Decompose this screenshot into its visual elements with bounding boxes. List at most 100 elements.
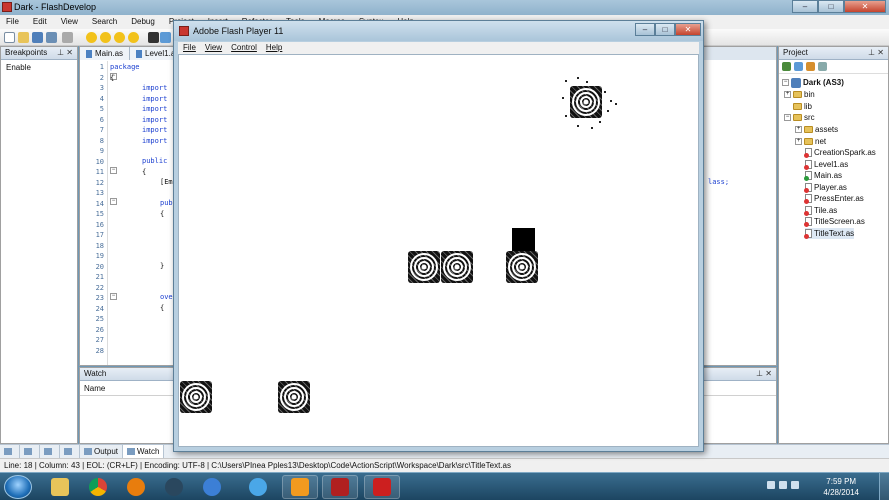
star-icon[interactable] (114, 32, 125, 43)
taskbar-itunes[interactable] (240, 475, 276, 499)
taskbar-steam[interactable] (156, 475, 192, 499)
tab-trace[interactable] (60, 445, 80, 458)
line-number: 10 (95, 157, 104, 166)
tree-item-file[interactable]: CreationSpark.as (804, 147, 876, 158)
flash-menu-control[interactable]: Control (231, 42, 257, 54)
tab-output[interactable]: Output (80, 445, 124, 458)
system-tray (767, 481, 799, 489)
breakpoints-header: Breakpoints ⊥ ✕ (1, 47, 77, 60)
tab-main[interactable]: Main.as (80, 47, 131, 60)
menu-file[interactable]: File (6, 15, 19, 29)
project-root[interactable]: − Dark (AS3) (782, 77, 844, 88)
refresh-icon[interactable] (782, 62, 791, 71)
open-folder-icon[interactable] (18, 32, 29, 43)
collapse-icon[interactable] (818, 62, 827, 71)
settings-icon[interactable] (806, 62, 815, 71)
ide-window-controls: – □ ✕ (792, 0, 886, 13)
tab-results[interactable] (40, 445, 60, 458)
collapse-icon[interactable]: − (784, 114, 791, 121)
pin-icon[interactable]: ⊥ ✕ (868, 47, 884, 59)
menu-debug[interactable]: Debug (131, 15, 155, 29)
star-icon[interactable] (86, 32, 97, 43)
particle (586, 81, 588, 83)
fold-toggle[interactable]: − (110, 198, 117, 205)
show-desktop-button[interactable] (879, 473, 889, 500)
line-number: 26 (95, 325, 104, 334)
fold-toggle[interactable]: − (110, 167, 117, 174)
tree-item-file-selected[interactable]: TitleText.as (804, 227, 855, 239)
flash-stage[interactable] (178, 54, 699, 447)
tab-tasks[interactable] (20, 445, 40, 458)
expand-icon[interactable]: + (795, 126, 802, 133)
tree-item-lib[interactable]: lib (793, 101, 812, 112)
code-line: } (160, 262, 165, 270)
new-file-icon[interactable] (4, 32, 15, 43)
flash-menu-view[interactable]: View (205, 42, 222, 54)
ide-titlebar: Dark - FlashDevelop – □ ✕ (0, 0, 889, 15)
minimize-button[interactable]: – (635, 23, 655, 36)
tree-item-file[interactable]: Main.as (804, 170, 842, 181)
network-icon[interactable] (779, 481, 787, 489)
taskbar-flash-player[interactable] (364, 475, 400, 499)
line-number: 1 (99, 63, 104, 71)
pin-icon[interactable]: ⊥ ✕ (756, 368, 772, 380)
star-icon[interactable] (128, 32, 139, 43)
flash-menu-file[interactable]: File (183, 42, 196, 54)
taskbar-media-player[interactable] (194, 475, 230, 499)
expand-icon[interactable]: + (784, 91, 791, 98)
tab-bookmarks[interactable] (0, 445, 20, 458)
code-line: import (142, 105, 168, 113)
save-icon[interactable] (32, 32, 43, 43)
tree-item-bin[interactable]: + bin (784, 89, 815, 100)
taskbar-blender[interactable] (118, 475, 154, 499)
tray-icon[interactable] (767, 481, 775, 489)
taskbar-chrome[interactable] (80, 475, 116, 499)
tree-item-file[interactable]: Player.as (804, 182, 847, 193)
build-icon[interactable] (148, 32, 159, 43)
tree-item-net[interactable]: + net (795, 136, 826, 147)
tile-sprite (180, 381, 212, 413)
tree-item-src[interactable]: − src (784, 112, 815, 123)
line-number: 12 (95, 178, 104, 187)
tree-item-file[interactable]: Tile.as (804, 205, 837, 216)
start-button[interactable] (4, 475, 32, 499)
save-all-icon[interactable] (46, 32, 57, 43)
close-button[interactable]: ✕ (844, 0, 886, 13)
menu-view[interactable]: View (61, 15, 78, 29)
taskbar-explorer[interactable] (42, 475, 78, 499)
cut-icon[interactable] (62, 32, 73, 43)
collapse-icon[interactable]: − (782, 79, 789, 86)
taskbar-flash-fx[interactable] (322, 475, 358, 499)
particle (604, 91, 606, 93)
volume-icon[interactable] (791, 481, 799, 489)
tree-item-assets[interactable]: + assets (795, 124, 838, 135)
breakpoints-enable[interactable]: Enable (1, 60, 77, 75)
tree-item-file[interactable]: PressEnter.as (804, 193, 864, 204)
star-icon[interactable] (100, 32, 111, 43)
run-icon[interactable] (794, 62, 803, 71)
clock[interactable]: 7:59 PM 4/28/2014 (823, 476, 859, 498)
close-button[interactable]: ✕ (675, 23, 701, 36)
particle (565, 80, 567, 82)
tree-item-file[interactable]: Level1.as (804, 159, 848, 170)
maximize-button[interactable]: □ (818, 0, 844, 13)
project-icon (791, 77, 801, 88)
file-icon (136, 49, 143, 58)
particle (599, 121, 601, 123)
fold-toggle[interactable]: − (110, 293, 117, 300)
pin-icon[interactable]: ⊥ ✕ (57, 47, 73, 59)
itunes-icon (249, 478, 267, 496)
tree-item-file[interactable]: TitleScreen.as (804, 216, 865, 227)
flash-menu-help[interactable]: Help (266, 42, 282, 54)
maximize-button[interactable]: □ (655, 23, 675, 36)
tab-watch[interactable]: Watch (123, 445, 165, 458)
tile-sprite (441, 251, 473, 283)
particle (615, 103, 617, 105)
expand-icon[interactable]: + (795, 137, 802, 145)
taskbar-flashdevelop[interactable] (282, 475, 318, 499)
run-icon[interactable] (160, 32, 171, 43)
menu-edit[interactable]: Edit (33, 15, 47, 29)
menu-search[interactable]: Search (92, 15, 117, 29)
minimize-button[interactable]: – (792, 0, 818, 13)
flash-player-icon (179, 26, 189, 36)
